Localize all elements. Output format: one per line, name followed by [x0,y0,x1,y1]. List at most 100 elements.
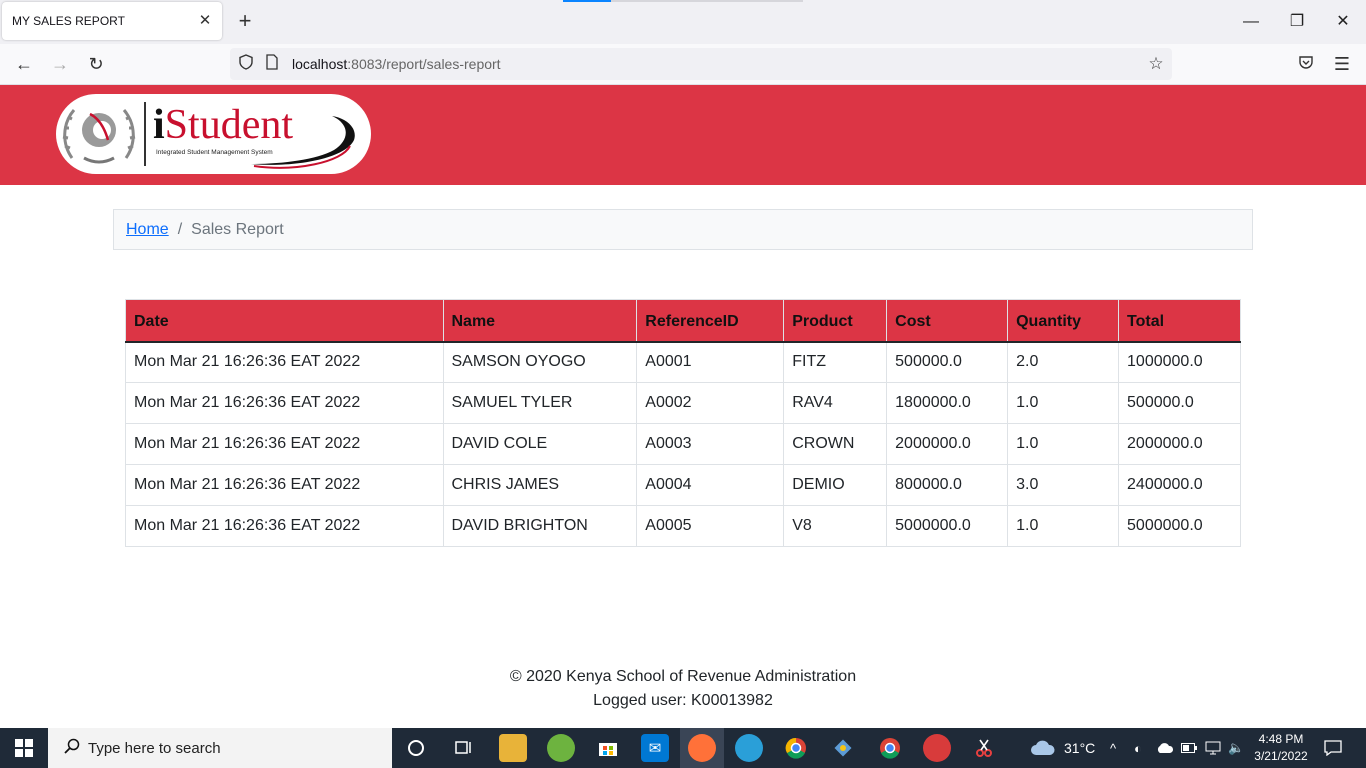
cell-name: DAVID BRIGHTON [442,505,638,547]
taskbar-clock[interactable]: 4:48 PM 3/21/2022 [1252,731,1310,765]
meet-now-icon[interactable]: ◐ [1134,728,1142,768]
chrome-profile-icon[interactable] [876,734,904,762]
logo-wordmark-i: i [153,102,165,148]
footer-logged-user: Logged user: K00013982 [593,692,773,709]
close-icon[interactable]: ✕ [196,12,214,30]
logo-tagline: Integrated Student Management System [156,149,273,156]
cell-date: Mon Mar 21 16:26:36 EAT 2022 [125,423,444,465]
cell-total: 1000000.0 [1118,341,1241,383]
cell-quantity: 1.0 [1007,505,1120,547]
table-row: Mon Mar 21 16:26:36 EAT 2022 SAMUEL TYLE… [125,382,1241,424]
file-explorer-icon[interactable] [499,734,527,762]
cell-date: Mon Mar 21 16:26:36 EAT 2022 [125,505,444,547]
cell-product: CROWN [783,423,888,465]
cell-total: 5000000.0 [1118,505,1241,547]
menu-icon[interactable]: ☰ [1330,52,1354,76]
forward-arrow-icon[interactable]: → [48,52,72,76]
footer-copyright: © 2020 Kenya School of Revenue Administr… [509,668,857,685]
cell-date: Mon Mar 21 16:26:36 EAT 2022 [125,464,444,506]
chrome-icon[interactable] [782,734,810,762]
paint-app-icon[interactable] [923,734,951,762]
cortana-icon[interactable] [402,734,430,762]
cell-cost: 800000.0 [886,464,1009,506]
page-icon[interactable] [262,54,282,74]
taskbar-search-box[interactable]: Type here to search [48,728,392,768]
task-view-icon[interactable] [450,734,478,762]
cell-cost: 2000000.0 [886,423,1009,465]
edge-icon[interactable] [735,734,763,762]
table-row: Mon Mar 21 16:26:36 EAT 2022 CHRIS JAMES… [125,464,1241,506]
chevron-up-icon[interactable]: ^ [1110,728,1116,768]
git-client-icon[interactable] [829,734,857,762]
clock-date: 3/21/2022 [1254,749,1308,763]
mail-icon[interactable]: ✉ [641,734,669,762]
browser-tab-bar: MY SALES REPORT ✕ + — ❐ ✕ [0,0,1366,44]
sales-report-table: Date Name ReferenceID Product Cost Quant… [125,299,1241,547]
column-header-total: Total [1118,299,1241,343]
cell-reference-id: A0001 [636,341,785,383]
table-row: Mon Mar 21 16:26:36 EAT 2022 SAMSON OYOG… [125,341,1241,383]
browser-tab[interactable]: MY SALES REPORT ✕ [2,2,222,40]
breadcrumb-separator: / [177,220,183,238]
weather-temperature: 31°C [1064,740,1096,756]
cell-cost: 5000000.0 [886,505,1009,547]
notification-icon[interactable] [1324,728,1342,768]
site-logo[interactable]: iStudent Integrated Student Management S… [56,94,371,174]
column-header-quantity: Quantity [1007,299,1120,343]
breadcrumb: Home / Sales Report [113,209,1253,250]
minimize-icon[interactable]: — [1237,8,1265,36]
spring-tool-icon[interactable] [547,734,575,762]
cell-date: Mon Mar 21 16:26:36 EAT 2022 [125,382,444,424]
url-path: :8083/report/sales-report [347,56,501,72]
cell-total: 500000.0 [1118,382,1241,424]
cell-reference-id: A0005 [636,505,785,547]
cell-total: 2000000.0 [1118,423,1241,465]
tab-title: MY SALES REPORT [12,14,125,28]
battery-icon[interactable] [1181,728,1197,768]
cell-name: CHRIS JAMES [442,464,638,506]
onedrive-icon[interactable] [1156,728,1174,768]
cell-name: SAMSON OYOGO [442,341,638,383]
snipping-tool-icon[interactable] [970,734,998,762]
address-bar[interactable]: localhost:8083/report/sales-report ☆ [230,48,1172,80]
firefox-icon[interactable] [688,734,716,762]
new-tab-icon[interactable]: + [234,10,256,32]
cell-product: V8 [783,505,888,547]
table-row: Mon Mar 21 16:26:36 EAT 2022 DAVID BRIGH… [125,505,1241,547]
windows-start-button[interactable] [0,728,48,768]
pocket-icon[interactable] [1294,52,1318,76]
search-icon [62,738,82,758]
cell-quantity: 1.0 [1007,382,1120,424]
cell-product: RAV4 [783,382,888,424]
restore-icon[interactable]: ❐ [1283,8,1311,36]
window-close-icon[interactable]: ✕ [1329,8,1357,36]
bookmark-star-icon[interactable]: ☆ [1146,54,1166,74]
page-footer: © 2020 Kenya School of Revenue Administr… [0,665,1366,713]
site-header: iStudent Integrated Student Management S… [0,85,1366,185]
column-header-name: Name [442,299,638,343]
back-arrow-icon[interactable]: ← [12,52,36,76]
cell-reference-id: A0002 [636,382,785,424]
column-header-reference-id: ReferenceID [636,299,785,343]
shield-icon[interactable] [236,54,256,74]
cell-quantity: 3.0 [1007,464,1120,506]
weather-widget[interactable]: 31°C [1030,728,1095,768]
reload-icon[interactable]: ↻ [84,52,108,76]
url-text[interactable]: localhost:8083/report/sales-report [292,56,501,72]
browser-nav-bar: ← → ↻ localhost:8083/report/sales-report… [0,44,1366,85]
cell-product: DEMIO [783,464,888,506]
cell-name: DAVID COLE [442,423,638,465]
column-header-cost: Cost [886,299,1009,343]
cell-product: FITZ [783,341,888,383]
cell-total: 2400000.0 [1118,464,1241,506]
logo-swoosh-icon [251,116,355,169]
microsoft-store-icon[interactable] [594,734,622,762]
cell-quantity: 2.0 [1007,341,1120,383]
cloud-icon [1031,740,1055,755]
network-icon[interactable] [1205,728,1221,768]
volume-icon[interactable]: 🔈 [1228,728,1244,768]
breadcrumb-home-link[interactable]: Home [126,221,169,239]
breadcrumb-current: Sales Report [191,220,284,238]
column-header-product: Product [783,299,888,343]
tab-strip-indicator [611,0,803,2]
